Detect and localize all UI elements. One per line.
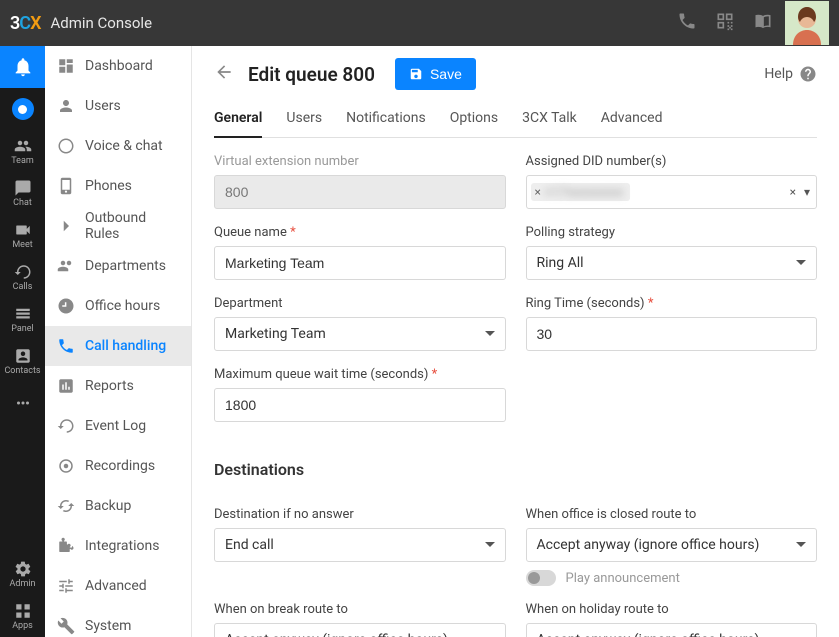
rail-calls[interactable]: Calls xyxy=(0,256,45,298)
field-queue-name: Queue name * xyxy=(214,225,506,280)
sidebar-item-users[interactable]: Users xyxy=(45,86,191,126)
logo: 3CX xyxy=(10,13,40,34)
ring-time-label: Ring Time (seconds) * xyxy=(526,296,818,311)
field-on-break: When on break route to Accept anyway (ig… xyxy=(214,602,506,637)
sidebar-item-departments[interactable]: Departments xyxy=(45,246,191,286)
virtual-ext-label: Virtual extension number xyxy=(214,154,506,169)
save-button[interactable]: Save xyxy=(395,58,476,90)
main-content: Edit queue 800 Save Help General Users N… xyxy=(192,46,839,637)
tab-notifications[interactable]: Notifications xyxy=(346,104,426,137)
chevron-down-icon[interactable]: ▾ xyxy=(804,185,810,199)
virtual-ext-input xyxy=(214,175,506,209)
destinations-heading: Destinations xyxy=(214,460,817,479)
rail-contacts[interactable]: Contacts xyxy=(0,340,45,382)
left-rail: Team Chat Meet Calls Panel Contacts Admi… xyxy=(0,46,45,637)
sidebar: Dashboard Users Voice & chat Phones Outb… xyxy=(45,46,192,637)
department-label: Department xyxy=(214,296,506,311)
polling-select[interactable]: Ring All xyxy=(526,246,818,280)
dest-noanswer-label: Destination if no answer xyxy=(214,507,506,522)
sidebar-item-recordings[interactable]: Recordings xyxy=(45,446,191,486)
queue-name-input[interactable] xyxy=(214,246,506,280)
field-polling: Polling strategy Ring All xyxy=(526,225,818,280)
field-max-wait: Maximum queue wait time (seconds) * xyxy=(214,367,506,422)
tabs: General Users Notifications Options 3CX … xyxy=(214,104,817,138)
field-assigned-did: Assigned DID number(s) ×+17xxxxxxxx × ▾ xyxy=(526,154,818,209)
chip-remove-icon[interactable]: × xyxy=(535,185,541,199)
ring-time-input[interactable] xyxy=(526,317,818,351)
did-chip[interactable]: ×+17xxxxxxxx xyxy=(531,183,630,201)
tab-options[interactable]: Options xyxy=(450,104,498,137)
toggle-label: Play announcement xyxy=(566,571,680,586)
guide-icon[interactable] xyxy=(753,11,773,35)
max-wait-label: Maximum queue wait time (seconds) * xyxy=(214,367,506,382)
sidebar-item-event-log[interactable]: Event Log xyxy=(45,406,191,446)
qr-icon[interactable] xyxy=(715,11,735,35)
polling-label: Polling strategy xyxy=(526,225,818,240)
tab-3cx-talk[interactable]: 3CX Talk xyxy=(522,104,577,137)
rail-more[interactable] xyxy=(0,382,45,424)
on-break-select[interactable]: Accept anyway (ignore office hours) xyxy=(214,623,506,637)
tab-general[interactable]: General xyxy=(214,104,262,138)
sidebar-item-integrations[interactable]: Integrations xyxy=(45,526,191,566)
app-title: Admin Console xyxy=(50,14,152,32)
sidebar-item-advanced[interactable]: Advanced xyxy=(45,566,191,606)
department-select[interactable]: Marketing Team xyxy=(214,317,506,351)
did-clear-icon[interactable]: × xyxy=(790,185,796,199)
rail-apps[interactable]: Apps xyxy=(0,595,45,637)
on-break-label: When on break route to xyxy=(214,602,506,617)
sidebar-item-backup[interactable]: Backup xyxy=(45,486,191,526)
chrome-icon[interactable] xyxy=(0,88,45,130)
sidebar-item-outbound[interactable]: Outbound Rules xyxy=(45,206,191,246)
max-wait-input[interactable] xyxy=(214,388,506,422)
rail-chat[interactable]: Chat xyxy=(0,172,45,214)
field-department: Department Marketing Team xyxy=(214,296,506,351)
back-arrow-icon[interactable] xyxy=(214,62,234,86)
rail-admin[interactable]: Admin xyxy=(0,553,45,595)
notifications-icon[interactable] xyxy=(0,46,45,88)
on-holiday-label: When on holiday route to xyxy=(526,602,818,617)
rail-meet[interactable]: Meet xyxy=(0,214,45,256)
rail-panel[interactable]: Panel xyxy=(0,298,45,340)
field-ring-time: Ring Time (seconds) * xyxy=(526,296,818,351)
sidebar-item-voice-chat[interactable]: Voice & chat xyxy=(45,126,191,166)
page-title: Edit queue 800 xyxy=(248,63,375,86)
phone-icon[interactable] xyxy=(677,11,697,35)
sidebar-item-office-hours[interactable]: Office hours xyxy=(45,286,191,326)
field-office-closed: When office is closed route to Accept an… xyxy=(526,507,818,586)
field-on-holiday: When on holiday route to Accept anyway (… xyxy=(526,602,818,637)
assigned-did-input[interactable]: ×+17xxxxxxxx × ▾ xyxy=(526,175,818,209)
office-closed-label: When office is closed route to xyxy=(526,507,818,522)
tab-advanced[interactable]: Advanced xyxy=(601,104,663,137)
sidebar-item-reports[interactable]: Reports xyxy=(45,366,191,406)
rail-team[interactable]: Team xyxy=(0,130,45,172)
topbar: 3CX Admin Console xyxy=(0,0,839,46)
queue-name-label: Queue name * xyxy=(214,225,506,240)
help-link[interactable]: Help xyxy=(764,65,817,83)
topbar-icons xyxy=(677,11,773,35)
sidebar-item-call-handling[interactable]: Call handling xyxy=(45,326,191,366)
avatar[interactable] xyxy=(785,1,829,45)
field-dest-noanswer: Destination if no answer End call xyxy=(214,507,506,586)
sidebar-item-phones[interactable]: Phones xyxy=(45,166,191,206)
sidebar-item-system[interactable]: System xyxy=(45,606,191,637)
dest-noanswer-select[interactable]: End call xyxy=(214,528,506,562)
on-holiday-select[interactable]: Accept anyway (ignore office hours) xyxy=(526,623,818,637)
field-virtual-ext: Virtual extension number xyxy=(214,154,506,209)
office-closed-select[interactable]: Accept anyway (ignore office hours) xyxy=(526,528,818,562)
office-closed-announcement-toggle[interactable] xyxy=(526,570,556,586)
sidebar-item-dashboard[interactable]: Dashboard xyxy=(45,46,191,86)
assigned-did-label: Assigned DID number(s) xyxy=(526,154,818,169)
tab-users[interactable]: Users xyxy=(286,104,322,137)
